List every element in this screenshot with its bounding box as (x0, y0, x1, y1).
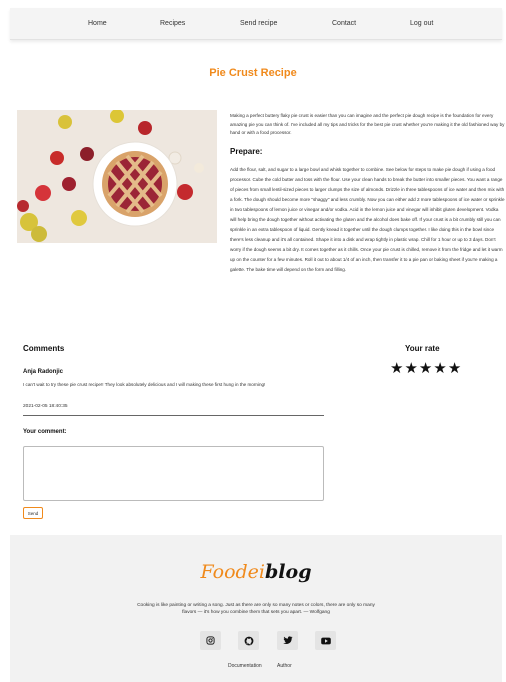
comments-heading: Comments (23, 344, 65, 353)
nav-contact-link[interactable]: Contact (332, 20, 356, 27)
footer-quote: Cooking is like painting or writing a so… (137, 603, 375, 615)
comment-author: Anja Radonjic (23, 369, 64, 375)
footer-logo[interactable]: Foodeiblog (10, 561, 502, 583)
page-title: Pie Crust Recipe (209, 67, 297, 79)
instagram-button[interactable] (200, 631, 221, 650)
twitter-button[interactable] (277, 631, 298, 650)
footer-author-link[interactable]: Author (277, 663, 292, 669)
comment-textarea[interactable] (23, 446, 324, 501)
prepare-instructions: Add the flour, salt, and sugar to a larg… (230, 167, 505, 272)
nav-recipes-link[interactable]: Recipes (160, 20, 185, 27)
star-icon[interactable]: ★ (448, 360, 461, 377)
star-icon[interactable]: ★ (390, 360, 403, 377)
youtube-button[interactable] (315, 631, 336, 650)
rate-heading: Your rate (405, 344, 440, 353)
comment-divider (23, 415, 324, 416)
logo-part-blog: blog (265, 561, 312, 583)
send-button[interactable]: Send (23, 507, 43, 519)
recipe-image (17, 110, 217, 243)
social-links (190, 631, 340, 651)
instagram-icon (206, 636, 215, 645)
star-icon[interactable]: ★ (419, 360, 432, 377)
star-icon[interactable]: ★ (404, 360, 417, 377)
github-button[interactable] (238, 631, 259, 650)
comment-text: I can't wait to try these pie crust reci… (23, 382, 266, 387)
prepare-heading: Prepare: (230, 147, 263, 156)
your-comment-label: Your comment: (23, 429, 67, 435)
github-icon (244, 636, 253, 645)
twitter-icon (282, 636, 293, 644)
star-icon[interactable]: ★ (433, 360, 446, 377)
youtube-icon (320, 637, 331, 644)
nav-logout-link[interactable]: Log out (410, 20, 433, 27)
footer: Foodeiblog Cooking is like painting or w… (10, 535, 502, 682)
footer-documentation-link[interactable]: Documentation (228, 663, 262, 669)
pie-photo-illustration (17, 110, 217, 243)
navbar: Home Recipes Send recipe Contact Log out (10, 8, 502, 40)
star-rating: ★★★★★ (390, 361, 462, 376)
nav-send-recipe-link[interactable]: Send recipe (240, 20, 277, 27)
nav-home-link[interactable]: Home (88, 20, 107, 27)
comment-date: 2021-02-05 18:40:35 (23, 404, 68, 409)
logo-part-foodei: Foodei (200, 561, 266, 583)
recipe-intro: Making a perfect buttery flaky pie crust… (230, 113, 505, 136)
